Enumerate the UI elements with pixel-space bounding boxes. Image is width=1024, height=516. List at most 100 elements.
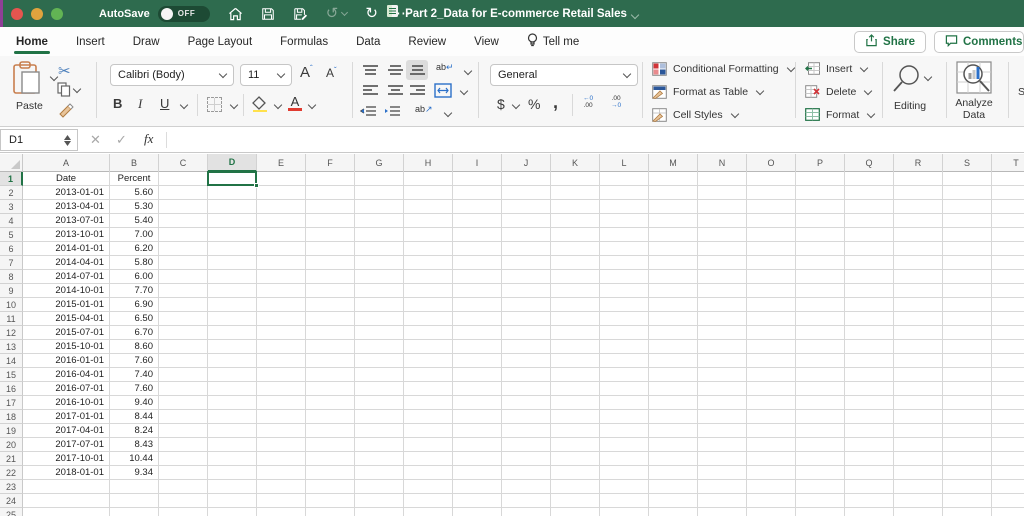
cell-S3[interactable] (943, 200, 992, 214)
cell-B6[interactable]: 6.20 (110, 242, 159, 256)
cell-O15[interactable] (747, 368, 796, 382)
cell-S9[interactable] (943, 284, 992, 298)
cell-E1[interactable] (257, 172, 306, 186)
cell-E19[interactable] (257, 424, 306, 438)
cell-K15[interactable] (551, 368, 600, 382)
cell-F24[interactable] (306, 494, 355, 508)
cell-E3[interactable] (257, 200, 306, 214)
cell-I20[interactable] (453, 438, 502, 452)
cell-E22[interactable] (257, 466, 306, 480)
cell-H11[interactable] (404, 312, 453, 326)
cell-L14[interactable] (600, 354, 649, 368)
cell-E9[interactable] (257, 284, 306, 298)
cell-H17[interactable] (404, 396, 453, 410)
cell-T4[interactable] (992, 214, 1024, 228)
cell-E6[interactable] (257, 242, 306, 256)
cell-T1[interactable] (992, 172, 1024, 186)
cell-J8[interactable] (502, 270, 551, 284)
align-left-icon[interactable] (362, 85, 379, 97)
cell-H1[interactable] (404, 172, 453, 186)
cell-B11[interactable]: 6.50 (110, 312, 159, 326)
cell-I12[interactable] (453, 326, 502, 340)
cell-T12[interactable] (992, 326, 1024, 340)
column-header-K[interactable]: K (551, 154, 600, 172)
cell-P22[interactable] (796, 466, 845, 480)
cell-T17[interactable] (992, 396, 1024, 410)
cell-J4[interactable] (502, 214, 551, 228)
cell-A25[interactable] (23, 508, 110, 516)
cell-K13[interactable] (551, 340, 600, 354)
cell-J14[interactable] (502, 354, 551, 368)
cell-B24[interactable] (110, 494, 159, 508)
cell-R22[interactable] (894, 466, 943, 480)
increase-indent-icon[interactable] (384, 106, 401, 117)
cell-P3[interactable] (796, 200, 845, 214)
cell-B15[interactable]: 7.40 (110, 368, 159, 382)
cell-L23[interactable] (600, 480, 649, 494)
cell-P19[interactable] (796, 424, 845, 438)
cell-B7[interactable]: 5.80 (110, 256, 159, 270)
cell-P7[interactable] (796, 256, 845, 270)
cell-M18[interactable] (649, 410, 698, 424)
row-header-14[interactable]: 14 (0, 354, 23, 368)
row-header-21[interactable]: 21 (0, 452, 23, 466)
cell-N24[interactable] (698, 494, 747, 508)
cell-L18[interactable] (600, 410, 649, 424)
cell-E4[interactable] (257, 214, 306, 228)
cell-R25[interactable] (894, 508, 943, 516)
cell-N16[interactable] (698, 382, 747, 396)
cell-G22[interactable] (355, 466, 404, 480)
cell-A16[interactable]: 2016-07-01 (23, 382, 110, 396)
row-header-16[interactable]: 16 (0, 382, 23, 396)
cell-J1[interactable] (502, 172, 551, 186)
cell-A10[interactable]: 2015-01-01 (23, 298, 110, 312)
selected-cell[interactable] (207, 171, 257, 186)
cell-S10[interactable] (943, 298, 992, 312)
cell-Q16[interactable] (845, 382, 894, 396)
cell-I10[interactable] (453, 298, 502, 312)
row-header-19[interactable]: 19 (0, 424, 23, 438)
cell-I16[interactable] (453, 382, 502, 396)
cell-K19[interactable] (551, 424, 600, 438)
cell-I2[interactable] (453, 186, 502, 200)
cell-L6[interactable] (600, 242, 649, 256)
cell-O24[interactable] (747, 494, 796, 508)
cell-Q11[interactable] (845, 312, 894, 326)
cell-S4[interactable] (943, 214, 992, 228)
cell-Q9[interactable] (845, 284, 894, 298)
cell-D10[interactable] (208, 298, 257, 312)
cell-N15[interactable] (698, 368, 747, 382)
cell-O6[interactable] (747, 242, 796, 256)
cell-T2[interactable] (992, 186, 1024, 200)
cell-B9[interactable]: 7.70 (110, 284, 159, 298)
cell-B19[interactable]: 8.24 (110, 424, 159, 438)
font-color-chevron[interactable] (307, 100, 317, 110)
cell-K22[interactable] (551, 466, 600, 480)
cell-P9[interactable] (796, 284, 845, 298)
cell-K23[interactable] (551, 480, 600, 494)
cell-R15[interactable] (894, 368, 943, 382)
cell-I25[interactable] (453, 508, 502, 516)
cell-E20[interactable] (257, 438, 306, 452)
cell-H2[interactable] (404, 186, 453, 200)
cell-O23[interactable] (747, 480, 796, 494)
align-top-icon[interactable] (362, 65, 379, 77)
cell-A12[interactable]: 2015-07-01 (23, 326, 110, 340)
cell-F10[interactable] (306, 298, 355, 312)
cell-J17[interactable] (502, 396, 551, 410)
cell-H25[interactable] (404, 508, 453, 516)
cell-R4[interactable] (894, 214, 943, 228)
cell-F18[interactable] (306, 410, 355, 424)
cell-O25[interactable] (747, 508, 796, 516)
cell-O8[interactable] (747, 270, 796, 284)
column-header-C[interactable]: C (159, 154, 208, 172)
cell-M23[interactable] (649, 480, 698, 494)
cell-P20[interactable] (796, 438, 845, 452)
tab-review[interactable]: Review (394, 27, 460, 56)
cell-H16[interactable] (404, 382, 453, 396)
cell-F12[interactable] (306, 326, 355, 340)
cell-J10[interactable] (502, 298, 551, 312)
cell-L13[interactable] (600, 340, 649, 354)
cell-L1[interactable] (600, 172, 649, 186)
cell-Q18[interactable] (845, 410, 894, 424)
